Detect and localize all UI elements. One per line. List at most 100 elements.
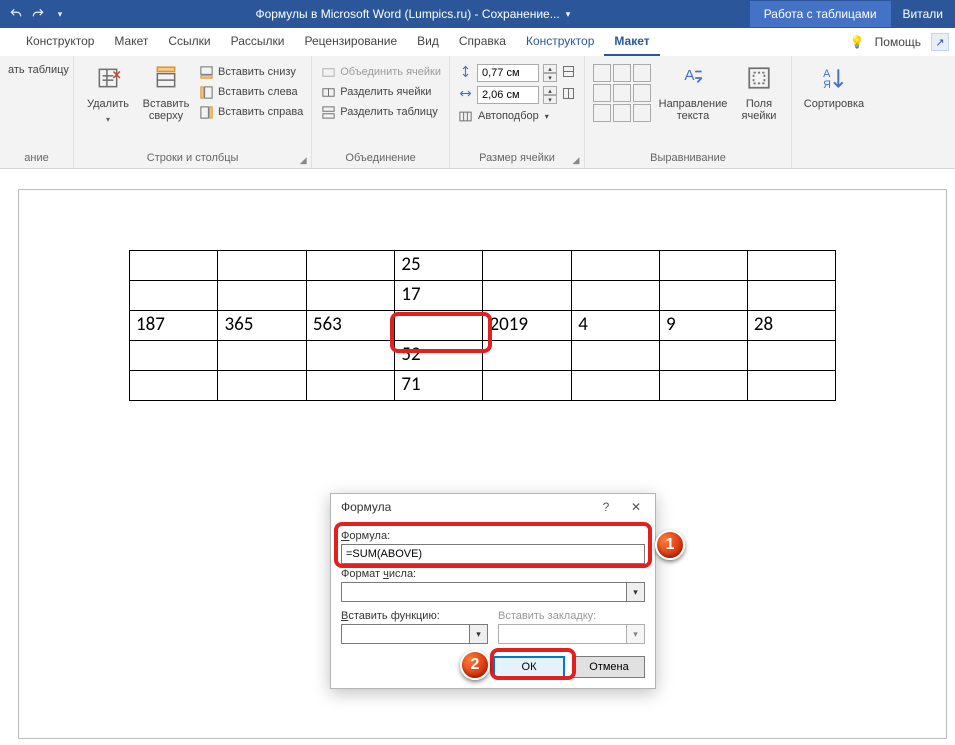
table-cell[interactable] xyxy=(218,251,306,281)
table-cell[interactable] xyxy=(306,371,394,401)
align-mid-right-button[interactable] xyxy=(633,84,651,102)
cancel-button[interactable]: Отмена xyxy=(573,656,645,678)
table-cell[interactable] xyxy=(218,341,306,371)
table-cell[interactable] xyxy=(747,281,835,311)
table-cell[interactable] xyxy=(306,251,394,281)
text-direction-button[interactable]: A Направление текста xyxy=(657,60,729,122)
redo-icon[interactable] xyxy=(30,6,46,22)
tab-help[interactable]: Справка xyxy=(449,28,516,56)
table-cell[interactable] xyxy=(130,341,218,371)
table-cell[interactable]: 17 xyxy=(395,281,483,311)
autofit-button[interactable]: Автоподбор ▾ xyxy=(458,108,576,124)
col-width-input[interactable] xyxy=(477,86,539,104)
insert-right-button[interactable]: Вставить справа xyxy=(198,104,303,120)
delete-button[interactable]: Удалить ▾ xyxy=(82,60,134,125)
table-cell[interactable] xyxy=(660,251,748,281)
align-mid-left-button[interactable] xyxy=(593,84,611,102)
insert-left-button[interactable]: Вставить слева xyxy=(198,84,303,100)
sort-button[interactable]: АЯ Сортировка xyxy=(800,60,868,110)
align-top-left-button[interactable] xyxy=(593,64,611,82)
table-cell[interactable] xyxy=(130,251,218,281)
cell-margins-button[interactable]: Поля ячейки xyxy=(735,60,783,122)
table-cell[interactable] xyxy=(306,281,394,311)
rows-cols-launcher-icon[interactable]: ◢ xyxy=(297,154,309,166)
width-up-icon[interactable]: ▴ xyxy=(543,86,557,95)
chevron-down-icon[interactable]: ▾ xyxy=(469,625,487,643)
table-cell[interactable] xyxy=(483,251,572,281)
chevron-down-icon[interactable]: ▾ xyxy=(626,583,644,601)
table-cell[interactable] xyxy=(306,341,394,371)
width-down-icon[interactable]: ▾ xyxy=(543,95,557,104)
table-cell[interactable] xyxy=(218,371,306,401)
title-dropdown-icon[interactable]: ▾ xyxy=(566,9,571,20)
table-cell[interactable]: 365 xyxy=(218,311,306,341)
table-cell[interactable] xyxy=(218,281,306,311)
tab-table-constructor[interactable]: Конструктор xyxy=(516,28,604,56)
row-height-input[interactable] xyxy=(477,64,539,82)
tab-tell-me[interactable]: Помощь xyxy=(871,29,925,55)
split-cells-button[interactable]: Разделить ячейки xyxy=(320,84,441,100)
table-cell[interactable] xyxy=(483,341,572,371)
table-cell[interactable]: 71 xyxy=(395,371,483,401)
align-bot-right-button[interactable] xyxy=(633,104,651,122)
tab-constructor[interactable]: Конструктор xyxy=(16,28,104,56)
table-cell[interactable]: 28 xyxy=(747,311,835,341)
tab-references[interactable]: Ссылки xyxy=(158,28,220,56)
table-cell[interactable] xyxy=(483,281,572,311)
table-cell[interactable] xyxy=(747,341,835,371)
distribute-cols-icon[interactable] xyxy=(561,86,576,104)
word-table[interactable]: 2517 187365563 20194928 5271 xyxy=(129,250,836,401)
table-cell[interactable] xyxy=(130,371,218,401)
height-up-icon[interactable]: ▴ xyxy=(543,64,557,73)
table-cell[interactable] xyxy=(660,281,748,311)
align-top-right-button[interactable] xyxy=(633,64,651,82)
table-cell[interactable]: 563 xyxy=(306,311,394,341)
table-cell[interactable] xyxy=(660,341,748,371)
ok-button[interactable]: ОК xyxy=(493,656,565,678)
split-cells-icon xyxy=(320,84,336,100)
insert-above-button[interactable]: Вставить сверху xyxy=(140,60,192,122)
share-icon[interactable]: ↗ xyxy=(931,33,949,51)
number-format-combo[interactable]: ▾ xyxy=(341,582,645,602)
close-icon[interactable]: ✕ xyxy=(621,495,651,519)
insert-function-combo[interactable]: ▾ xyxy=(341,624,488,644)
align-bot-left-button[interactable] xyxy=(593,104,611,122)
table-cell[interactable]: 25 xyxy=(395,251,483,281)
help-icon[interactable]: ? xyxy=(591,495,621,519)
table-cell[interactable]: 9 xyxy=(660,311,748,341)
table-cell[interactable] xyxy=(572,281,660,311)
tab-table-layout[interactable]: Макет xyxy=(604,28,659,56)
qat-dropdown-icon[interactable]: ▾ xyxy=(52,6,68,22)
table-cell[interactable] xyxy=(572,341,660,371)
table-cell[interactable] xyxy=(572,251,660,281)
tell-me-icon[interactable]: 💡 xyxy=(850,35,865,49)
tab-layout[interactable]: Макет xyxy=(104,28,158,56)
table-cell[interactable] xyxy=(747,371,835,401)
undo-icon[interactable] xyxy=(8,6,24,22)
tab-view[interactable]: Вид xyxy=(407,28,449,56)
cell-size-launcher-icon[interactable]: ◢ xyxy=(570,154,582,166)
table-cell[interactable] xyxy=(130,281,218,311)
table-cell[interactable] xyxy=(572,371,660,401)
tab-review[interactable]: Рецензирование xyxy=(295,28,408,56)
insert-below-button[interactable]: Вставить снизу xyxy=(198,64,303,80)
align-bot-center-button[interactable] xyxy=(613,104,631,122)
height-down-icon[interactable]: ▾ xyxy=(543,73,557,82)
user-name[interactable]: Витали xyxy=(891,7,955,21)
dialog-title-bar[interactable]: Формула ? ✕ xyxy=(331,494,655,520)
align-top-center-button[interactable] xyxy=(613,64,631,82)
table-cell[interactable]: 2019 xyxy=(483,311,572,341)
table-cell[interactable] xyxy=(395,311,483,341)
tab-mailings[interactable]: Рассылки xyxy=(221,28,295,56)
split-table-button[interactable]: Разделить таблицу xyxy=(320,104,441,120)
table-cell[interactable]: 187 xyxy=(130,311,218,341)
table-cell[interactable] xyxy=(660,371,748,401)
align-mid-center-button[interactable] xyxy=(613,84,631,102)
distribute-rows-icon[interactable] xyxy=(561,64,576,82)
table-cell[interactable] xyxy=(747,251,835,281)
table-cell[interactable]: 52 xyxy=(395,341,483,371)
table-cell[interactable]: 4 xyxy=(572,311,660,341)
draw-table-button[interactable]: ать таблицу xyxy=(8,64,69,76)
formula-input[interactable] xyxy=(341,544,645,564)
table-cell[interactable] xyxy=(483,371,572,401)
